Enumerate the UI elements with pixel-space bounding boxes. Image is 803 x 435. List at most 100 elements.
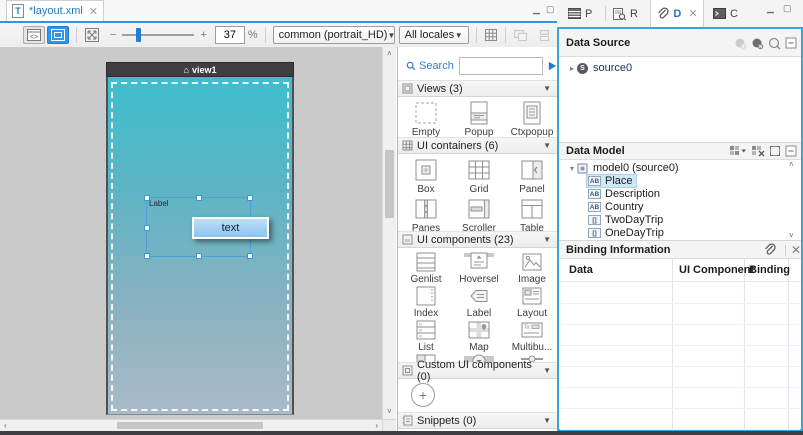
- editor-maximize-icon[interactable]: ▢: [546, 4, 557, 15]
- resize-handle-ne[interactable]: [247, 195, 253, 201]
- source-view-button[interactable]: <>: [23, 26, 45, 44]
- column-header-ui-component[interactable]: UI Component: [679, 259, 754, 281]
- scroll-down-icon[interactable]: ˅: [789, 232, 794, 240]
- search-input[interactable]: [459, 57, 543, 75]
- tab-properties[interactable]: P: [568, 0, 592, 27]
- palette-item-multibutton[interactable]: To: Multibu...: [506, 319, 557, 353]
- canvas-horizontal-scrollbar[interactable]: ‹ ›: [0, 419, 382, 431]
- palette-item-panel[interactable]: Panel: [506, 157, 557, 195]
- palette-item-map[interactable]: Map: [453, 319, 505, 353]
- collapse-section-icon[interactable]: ▼: [543, 235, 551, 244]
- scroll-right-icon[interactable]: ›: [375, 422, 378, 430]
- collapse-section-icon[interactable]: ▼: [543, 366, 551, 375]
- vertical-scroll-thumb[interactable]: [385, 150, 394, 218]
- palette-item-label-widget[interactable]: Label: [453, 285, 505, 319]
- canvas-vertical-scrollbar[interactable]: ˄ ˅: [382, 47, 396, 419]
- add-source-icon[interactable]: [734, 37, 747, 50]
- binding-table-row[interactable]: [560, 303, 800, 325]
- tab-console[interactable]: C: [713, 0, 738, 27]
- binding-table-row[interactable]: [560, 366, 800, 388]
- palette-item-scroller[interactable]: Scroller: [453, 196, 505, 234]
- search-source-icon[interactable]: [768, 37, 781, 50]
- palette-item-popup[interactable]: Popup: [453, 100, 505, 138]
- scroll-up-icon[interactable]: ˄: [387, 50, 392, 58]
- tab-resources[interactable]: R: [613, 0, 638, 27]
- palette-item-ctxpopup[interactable]: Ctxpopup: [506, 100, 557, 138]
- chevron-down-icon[interactable]: ▾: [567, 164, 577, 173]
- tree-item-place[interactable]: AB Place: [587, 175, 636, 187]
- search-go-icon[interactable]: [548, 60, 557, 72]
- remove-model-icon[interactable]: [751, 145, 765, 157]
- palette-item-image[interactable]: Image: [506, 251, 557, 285]
- bind-paperclip-icon[interactable]: [763, 243, 776, 256]
- remove-binding-icon[interactable]: ✕: [791, 243, 801, 257]
- grid-toggle-button[interactable]: [484, 28, 498, 42]
- binding-table-row[interactable]: [560, 282, 800, 304]
- panel-maximize-icon[interactable]: ▢: [783, 3, 794, 14]
- zoom-value-input[interactable]: [215, 26, 245, 44]
- section-header-custom-components[interactable]: Custom UI components (0) ▼: [398, 362, 557, 379]
- tree-item-description[interactable]: AB Description: [588, 188, 660, 200]
- section-header-snippets[interactable]: Snippets (0) ▼: [398, 412, 557, 429]
- add-custom-component-button[interactable]: +: [411, 383, 435, 407]
- configuration-dropdown[interactable]: common (portrait_HD) ▼: [273, 26, 395, 44]
- palette-item-empty[interactable]: Empty: [400, 100, 452, 138]
- tab-layout-xml[interactable]: T *layout.xml ✕: [6, 0, 104, 21]
- resize-handle-nw[interactable]: [144, 195, 150, 201]
- chevron-right-icon[interactable]: ▸: [567, 64, 577, 73]
- binding-table-row[interactable]: [560, 345, 800, 367]
- collapse-section-icon[interactable]: ▼: [543, 141, 551, 150]
- zoom-slider-thumb[interactable]: [136, 28, 141, 42]
- collapse-section-icon[interactable]: ▼: [543, 416, 551, 425]
- design-canvas[interactable]: ⌂ view1 Label text: [0, 47, 396, 431]
- palette-item-panes[interactable]: Panes: [400, 196, 452, 234]
- scroll-down-icon[interactable]: ˅: [387, 408, 392, 416]
- scroll-up-icon[interactable]: ˄: [789, 161, 794, 169]
- add-model-icon[interactable]: [729, 145, 747, 157]
- tab-close-icon[interactable]: ✕: [89, 5, 98, 18]
- section-header-ui-components[interactable]: UI components (23) ▼: [398, 231, 557, 248]
- resize-handle-s[interactable]: [196, 253, 202, 259]
- palette-item-table[interactable]: Table: [506, 196, 557, 234]
- horizontal-scroll-thumb[interactable]: [117, 422, 263, 429]
- binding-table-row[interactable]: [560, 408, 800, 430]
- zoom-in-icon[interactable]: +: [200, 29, 206, 41]
- palette-item-grid[interactable]: Grid: [453, 157, 505, 195]
- palette-item-genlist[interactable]: Genlist: [400, 251, 452, 285]
- tree-item-model0[interactable]: ▾ model0 (source0): [567, 162, 679, 174]
- collapse-all-icon[interactable]: [785, 145, 797, 157]
- binding-table-row[interactable]: [560, 387, 800, 409]
- tree-item-onedaytrip[interactable]: [] OneDayTrip: [588, 227, 664, 239]
- fit-to-window-button[interactable]: [84, 27, 100, 43]
- scroll-left-icon[interactable]: ‹: [4, 422, 7, 430]
- zoom-slider[interactable]: [122, 34, 194, 36]
- palette-item-list[interactable]: List: [400, 319, 452, 353]
- palette-item-box[interactable]: Box: [400, 157, 452, 195]
- locales-dropdown[interactable]: All locales ▼: [399, 26, 469, 44]
- expand-all-icon[interactable]: [769, 145, 781, 157]
- column-header-binding[interactable]: Binding: [749, 259, 790, 281]
- tree-item-country[interactable]: AB Country: [588, 201, 644, 213]
- tab-data-binding[interactable]: D ✕: [650, 0, 704, 27]
- collapse-section-icon[interactable]: ▼: [543, 84, 551, 93]
- collapse-all-icon[interactable]: [785, 37, 797, 49]
- edit-source-icon[interactable]: [751, 37, 764, 50]
- data-model-scrollbar[interactable]: ˄ ˅: [787, 161, 798, 240]
- resize-handle-w[interactable]: [144, 225, 150, 231]
- resize-handle-sw[interactable]: [144, 253, 150, 259]
- design-view-button[interactable]: [47, 26, 69, 44]
- resize-handle-se[interactable]: [247, 253, 253, 259]
- palette-item-layout[interactable]: Layout: [506, 285, 557, 319]
- section-header-views[interactable]: Views (3) ▼: [398, 80, 557, 97]
- section-header-ui-containers[interactable]: UI containers (6) ▼: [398, 137, 557, 154]
- zoom-out-icon[interactable]: −: [110, 29, 116, 41]
- tree-item-source0[interactable]: ▸ S source0: [567, 62, 632, 74]
- tab-close-icon[interactable]: ✕: [688, 7, 697, 20]
- editor-minimize-icon[interactable]: ▁: [533, 4, 542, 15]
- binding-table-row[interactable]: [560, 324, 800, 346]
- tree-item-twodaytrip[interactable]: [] TwoDayTrip: [588, 214, 663, 226]
- resize-handle-n[interactable]: [196, 195, 202, 201]
- palette-item-hoversel[interactable]: Hoversel: [453, 251, 505, 285]
- palette-item-index[interactable]: Index: [400, 285, 452, 319]
- panel-minimize-icon[interactable]: ▁: [767, 3, 776, 14]
